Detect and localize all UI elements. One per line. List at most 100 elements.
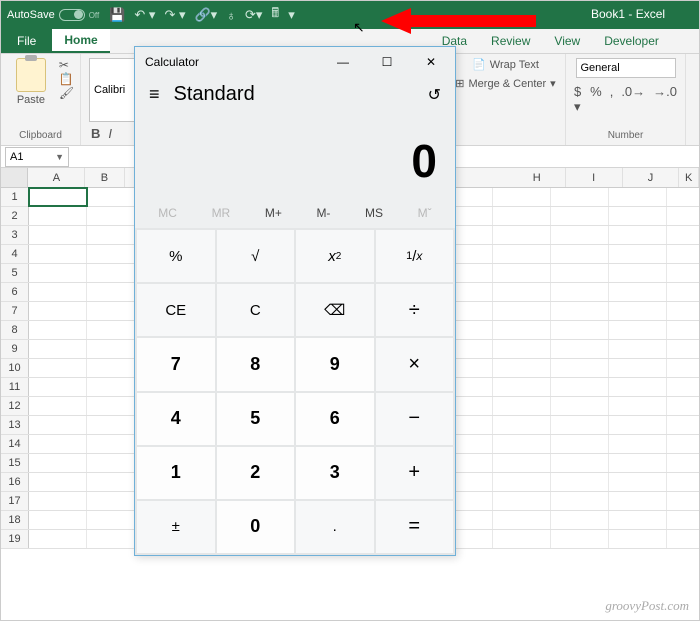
- close-button[interactable]: ✕: [409, 48, 453, 76]
- row-header[interactable]: 1: [1, 188, 29, 206]
- cell[interactable]: [29, 454, 87, 472]
- decimal-button[interactable]: .: [296, 501, 374, 553]
- cell[interactable]: [493, 359, 551, 377]
- square-button[interactable]: x2: [296, 230, 374, 282]
- digit-0[interactable]: 0: [217, 501, 295, 553]
- cell[interactable]: [551, 207, 609, 225]
- merge-center-button[interactable]: Merge & Center: [469, 78, 547, 90]
- mem-mr[interactable]: MR: [212, 206, 231, 220]
- calculator-qat-icon[interactable]: 🖩: [271, 4, 279, 26]
- cell[interactable]: [609, 188, 667, 206]
- digit-7[interactable]: 7: [137, 338, 215, 390]
- mem-mplus[interactable]: M+: [265, 206, 282, 220]
- number-format-select[interactable]: [576, 58, 676, 78]
- increase-decimal-button[interactable]: .0→: [621, 84, 645, 115]
- tab-view[interactable]: View: [542, 29, 592, 53]
- cell[interactable]: [493, 378, 551, 396]
- mem-ms[interactable]: MS: [365, 206, 383, 220]
- cell[interactable]: [29, 378, 87, 396]
- cell[interactable]: [493, 492, 551, 510]
- plus-button[interactable]: +: [376, 447, 454, 499]
- row-header[interactable]: 16: [1, 473, 29, 491]
- chevron-down-icon[interactable]: ▼: [55, 152, 64, 162]
- cell[interactable]: [609, 264, 667, 282]
- cell[interactable]: [493, 530, 551, 548]
- row-header[interactable]: 17: [1, 492, 29, 510]
- col-header[interactable]: I: [566, 168, 623, 187]
- cell[interactable]: [29, 511, 87, 529]
- row-header[interactable]: 18: [1, 511, 29, 529]
- font-name-select[interactable]: [89, 58, 139, 122]
- autosave-toggle-icon[interactable]: [59, 9, 85, 21]
- cell[interactable]: [609, 416, 667, 434]
- cell[interactable]: [609, 245, 667, 263]
- row-header[interactable]: 9: [1, 340, 29, 358]
- cell[interactable]: [493, 264, 551, 282]
- digit-3[interactable]: 3: [296, 447, 374, 499]
- row-header[interactable]: 7: [1, 302, 29, 320]
- cell[interactable]: [29, 340, 87, 358]
- save-icon[interactable]: 💾: [109, 7, 125, 23]
- cell[interactable]: [493, 207, 551, 225]
- merge-icon[interactable]: ⊞: [455, 77, 464, 90]
- select-all-corner[interactable]: [1, 168, 28, 187]
- col-header[interactable]: A: [28, 168, 85, 187]
- cell[interactable]: [609, 321, 667, 339]
- mem-mminus[interactable]: M-: [316, 206, 330, 220]
- italic-button[interactable]: I: [106, 126, 114, 141]
- digit-9[interactable]: 9: [296, 338, 374, 390]
- undo-icon[interactable]: ↶ ▾: [134, 7, 155, 23]
- cell[interactable]: [551, 226, 609, 244]
- hamburger-icon[interactable]: ≡: [149, 84, 160, 105]
- cell[interactable]: [551, 454, 609, 472]
- cell[interactable]: [493, 397, 551, 415]
- cell[interactable]: [551, 340, 609, 358]
- row-header[interactable]: 4: [1, 245, 29, 263]
- row-header[interactable]: 15: [1, 454, 29, 472]
- cell[interactable]: [551, 435, 609, 453]
- cell[interactable]: [493, 473, 551, 491]
- cell[interactable]: [609, 359, 667, 377]
- cell[interactable]: [609, 302, 667, 320]
- percent-button[interactable]: %: [590, 84, 602, 115]
- cell[interactable]: [551, 530, 609, 548]
- decrease-decimal-button[interactable]: →.0: [653, 84, 677, 115]
- digit-1[interactable]: 1: [137, 447, 215, 499]
- cell[interactable]: [493, 321, 551, 339]
- mem-mlist[interactable]: Mˇ: [418, 206, 432, 220]
- cell[interactable]: [493, 188, 551, 206]
- cell[interactable]: [609, 226, 667, 244]
- qat-more-icon[interactable]: ▾: [288, 7, 295, 23]
- cell[interactable]: [29, 530, 87, 548]
- cell[interactable]: [29, 302, 87, 320]
- tab-file[interactable]: File: [1, 29, 52, 53]
- row-header[interactable]: 10: [1, 359, 29, 377]
- cell[interactable]: [609, 454, 667, 472]
- comma-button[interactable]: ,: [610, 84, 614, 115]
- cell[interactable]: [29, 188, 87, 206]
- tab-home[interactable]: Home: [52, 29, 109, 53]
- cell[interactable]: [551, 416, 609, 434]
- cell[interactable]: [29, 245, 87, 263]
- row-header[interactable]: 19: [1, 530, 29, 548]
- cell[interactable]: [551, 473, 609, 491]
- cell[interactable]: [609, 340, 667, 358]
- ce-button[interactable]: CE: [137, 284, 215, 336]
- digit-6[interactable]: 6: [296, 393, 374, 445]
- digit-8[interactable]: 8: [217, 338, 295, 390]
- history-icon[interactable]: ↺: [428, 85, 441, 105]
- col-header[interactable]: J: [623, 168, 680, 187]
- backspace-button[interactable]: ⌫: [296, 284, 374, 336]
- digit-2[interactable]: 2: [217, 447, 295, 499]
- row-header[interactable]: 5: [1, 264, 29, 282]
- cell[interactable]: [551, 378, 609, 396]
- minus-button[interactable]: −: [376, 393, 454, 445]
- cell[interactable]: [551, 302, 609, 320]
- row-header[interactable]: 14: [1, 435, 29, 453]
- reciprocal-button[interactable]: 1/x: [376, 230, 454, 282]
- share-icon[interactable]: ♁: [226, 8, 236, 23]
- calc-titlebar[interactable]: Calculator — ☐ ✕: [135, 47, 455, 77]
- refresh-icon[interactable]: ⟳▾: [245, 7, 262, 23]
- multiply-button[interactable]: ×: [376, 338, 454, 390]
- cell[interactable]: [551, 492, 609, 510]
